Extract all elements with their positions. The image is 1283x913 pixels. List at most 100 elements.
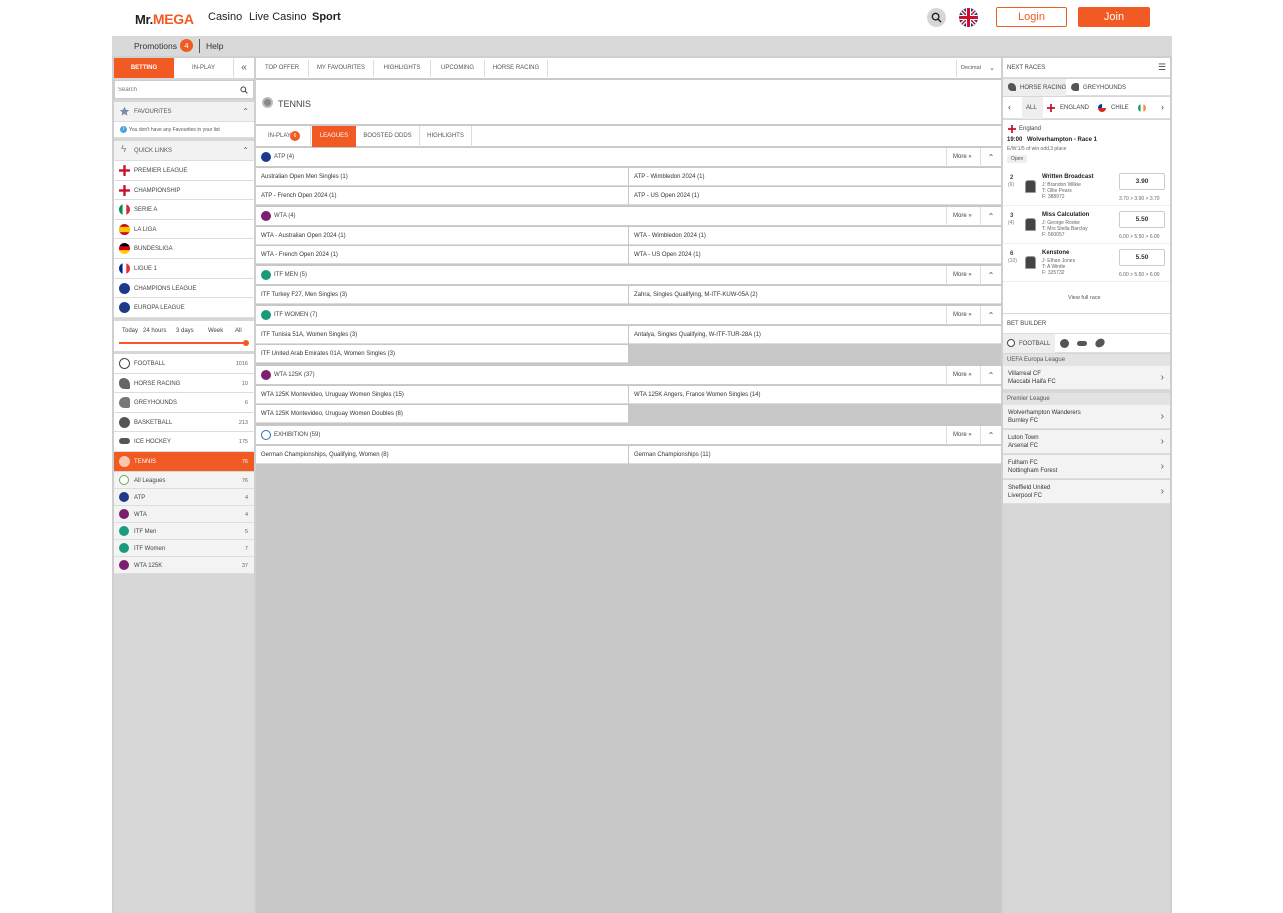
time-slider-handle[interactable] xyxy=(243,340,249,346)
filter-3-days[interactable]: 3 days xyxy=(176,328,194,334)
league-group-header[interactable]: WTA 125K (37) More » ⌃ xyxy=(256,366,1001,385)
tab-leagues[interactable]: LEAGUES xyxy=(312,126,356,147)
tournament-item[interactable]: ATP - Wimbledon 2024 (1) xyxy=(629,168,1001,186)
tournament-item[interactable]: Australian Open Men Singles (1) xyxy=(256,168,628,186)
join-button[interactable]: Join xyxy=(1078,7,1150,27)
filter-24-hours[interactable]: 24 hours xyxy=(143,328,166,334)
league-atp[interactable]: ATP 4 xyxy=(114,489,254,506)
bb-tab-football[interactable]: FOOTBALL xyxy=(1003,334,1055,353)
login-button[interactable]: Login xyxy=(996,7,1067,27)
tournament-item[interactable]: WTA 125K Montevideo, Uruguay Women Singl… xyxy=(256,386,628,404)
league-group-header[interactable]: ITF WOMEN (7) More » ⌃ xyxy=(256,306,1001,325)
tab-boosted-odds[interactable]: BOOSTED ODDS xyxy=(356,126,420,147)
ice-hockey-icon[interactable] xyxy=(1077,341,1087,346)
sport-horse-racing[interactable]: HORSE RACING 10 xyxy=(114,373,254,393)
filter-race-chile[interactable]: CHILE xyxy=(1111,105,1129,111)
league-wta-125k[interactable]: WTA 125K 37 xyxy=(114,557,254,574)
quick-link-serie-a[interactable]: SERIE A xyxy=(114,200,254,220)
chevron-left-icon[interactable]: ‹ xyxy=(1008,102,1011,112)
chevron-up-icon[interactable]: ⌃ xyxy=(980,266,1001,285)
match-row[interactable]: Luton Town Arsenal FC › xyxy=(1003,430,1170,454)
uk-flag-icon[interactable] xyxy=(959,8,978,27)
quick-link-europa-league[interactable]: EUROPA LEAGUE xyxy=(114,298,254,318)
help-link[interactable]: Help xyxy=(206,41,223,51)
race-name-link[interactable]: Wolverhampton - Race 1 xyxy=(1027,137,1097,143)
tournament-item[interactable]: WTA 125K Angers, France Women Singles (1… xyxy=(629,386,1001,404)
odds-button[interactable]: 5.50 xyxy=(1119,249,1165,266)
american-football-icon[interactable] xyxy=(1093,336,1107,350)
chevron-up-icon[interactable]: ⌃ xyxy=(980,426,1001,445)
league-all-leagues[interactable]: All Leagues 76 xyxy=(114,472,254,489)
search-input[interactable] xyxy=(118,84,233,96)
match-row[interactable]: Villarreal CF Maccabi Haifa FC › xyxy=(1003,366,1170,390)
tab-race-horse-racing[interactable]: HORSE RACING xyxy=(1003,79,1066,96)
league-group-header[interactable]: ATP (4) More » ⌃ xyxy=(256,148,1001,167)
chevron-up-icon[interactable]: ⌃ xyxy=(980,306,1001,325)
search-button[interactable] xyxy=(927,8,946,27)
filter-all[interactable]: All xyxy=(235,328,242,334)
sort-icon[interactable]: ☰ xyxy=(1158,62,1166,73)
tab-upcoming[interactable]: UPCOMING xyxy=(431,60,485,77)
view-full-race-link[interactable]: View full race xyxy=(1068,295,1101,301)
tournament-item[interactable]: Antalya, Singles Qualifying, W-ITF-TUR-2… xyxy=(629,326,1001,344)
tournament-item[interactable]: WTA - Australian Open 2024 (1) xyxy=(256,227,628,245)
tournament-item[interactable]: WTA - Wimbledon 2024 (1) xyxy=(629,227,1001,245)
tab-in-play-live[interactable]: IN-PLAY 6 xyxy=(256,126,311,147)
filter-race-all[interactable]: ALL xyxy=(1022,97,1043,119)
quick-links-header[interactable]: ϟ QUICK LINKS ⌃ xyxy=(114,141,254,161)
league-group-header[interactable]: WTA (4) More » ⌃ xyxy=(256,207,1001,226)
tournament-item[interactable]: Zahra, Singles Qualifying, M-ITF-KUW-05A… xyxy=(629,286,1001,304)
tournament-item[interactable]: ITF United Arab Emirates 01A, Women Sing… xyxy=(256,345,628,363)
more-button[interactable]: More » xyxy=(946,266,980,285)
basketball-icon[interactable] xyxy=(1060,339,1069,348)
tournament-item[interactable]: WTA - French Open 2024 (1) xyxy=(256,246,628,264)
tournament-item[interactable]: WTA - US Open 2024 (1) xyxy=(629,246,1001,264)
sport-tennis[interactable]: TENNIS 76 xyxy=(114,451,254,471)
tab-horse-racing[interactable]: HORSE RACING xyxy=(485,60,548,77)
sport-football[interactable]: FOOTBALL 1016 xyxy=(114,354,254,374)
tab-sub-highlights[interactable]: HIGHLIGHTS xyxy=(420,126,472,147)
match-row[interactable]: Sheffield United Liverpool FC › xyxy=(1003,480,1170,504)
quick-link-champions-league[interactable]: CHAMPIONS LEAGUE xyxy=(114,278,254,299)
filter-race-england[interactable]: ENGLAND xyxy=(1060,105,1089,111)
quick-link-championship[interactable]: CHAMPIONSHIP xyxy=(114,180,254,201)
league-wta[interactable]: WTA 4 xyxy=(114,506,254,523)
quick-link-la-liga[interactable]: LA LIGA xyxy=(114,219,254,240)
tab-race-greyhounds[interactable]: GREYHOUNDS xyxy=(1067,79,1137,96)
tournament-item[interactable]: ITF Turkey F27, Men Singles (3) xyxy=(256,286,628,304)
more-button[interactable]: More » xyxy=(946,207,980,226)
tournament-item[interactable]: German Championships, Qualifying, Women … xyxy=(256,446,628,464)
sport-ice-hockey[interactable]: ICE HOCKEY 175 xyxy=(114,432,254,452)
sport-greyhounds[interactable]: GREYHOUNDS 6 xyxy=(114,393,254,413)
time-slider-track[interactable] xyxy=(119,340,249,346)
tournament-item[interactable]: ATP - US Open 2024 (1) xyxy=(629,187,1001,205)
filter-week[interactable]: Week xyxy=(208,328,223,334)
quick-link-ligue-1[interactable]: LIGUE 1 xyxy=(114,259,254,279)
tournament-item[interactable]: ITF Tunisia 51A, Women Singles (3) xyxy=(256,326,628,344)
tab-my-favourites[interactable]: MY FAVOURITES xyxy=(309,60,374,77)
league-itf-women[interactable]: ITF Women 7 xyxy=(114,540,254,557)
nav-sport[interactable]: Sport xyxy=(312,11,341,23)
brand-logo[interactable]: Mr.MEGA xyxy=(135,11,194,27)
match-row[interactable]: Fulham FC Nottingham Forest › xyxy=(1003,455,1170,479)
sport-basketball[interactable]: BASKETBALL 213 xyxy=(114,412,254,432)
odds-button[interactable]: 5.50 xyxy=(1119,211,1165,228)
odds-button[interactable]: 3.90 xyxy=(1119,173,1165,190)
nav-live-casino[interactable]: Live Casino xyxy=(249,11,306,23)
search-icon[interactable] xyxy=(240,86,248,94)
more-button[interactable]: More » xyxy=(946,426,980,445)
tournament-item[interactable]: German Championships (11) xyxy=(629,446,1001,464)
league-itf-men[interactable]: ITF Men 5 xyxy=(114,523,254,540)
tab-in-play[interactable]: IN-PLAY xyxy=(174,58,234,78)
quick-link-premier-league[interactable]: PREMIER LEAGUE xyxy=(114,161,254,181)
quick-link-bundesliga[interactable]: BUNDESLIGA xyxy=(114,239,254,259)
tournament-item[interactable]: ATP - French Open 2024 (1) xyxy=(256,187,628,205)
tournament-item[interactable]: WTA 125K Montevideo, Uruguay Women Doubl… xyxy=(256,405,628,423)
favourites-header[interactable]: FAVOURITES ⌃ xyxy=(114,102,254,122)
odds-format-select[interactable]: Decimal ⌄ xyxy=(956,60,999,77)
tab-top-offer[interactable]: TOP OFFER xyxy=(256,60,309,77)
more-button[interactable]: More » xyxy=(946,306,980,325)
chevron-up-icon[interactable]: ⌃ xyxy=(980,207,1001,226)
league-group-header[interactable]: ITF MEN (5) More » ⌃ xyxy=(256,266,1001,285)
chevron-right-icon[interactable]: › xyxy=(1161,102,1164,112)
